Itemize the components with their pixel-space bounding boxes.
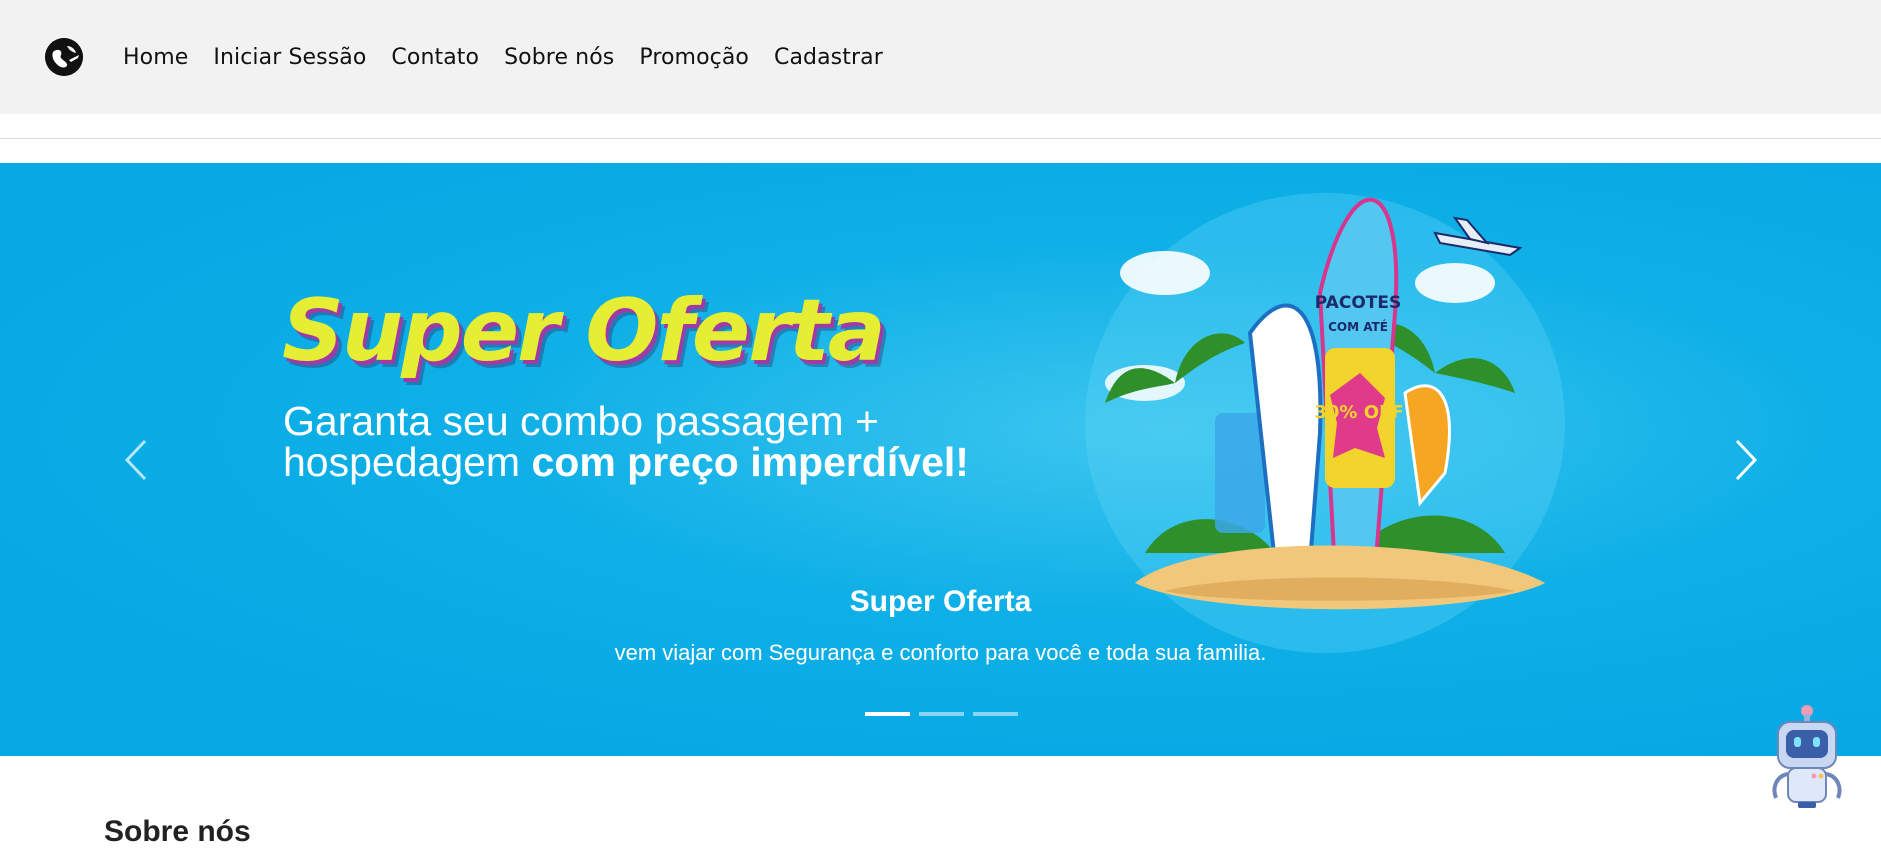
header-divider xyxy=(0,138,1881,139)
main-nav: Home Iniciar Sessão Contato Sobre nós Pr… xyxy=(123,45,883,70)
nav-register[interactable]: Cadastrar xyxy=(774,45,883,70)
banner-subtitle-line2: hospedagem xyxy=(283,439,532,485)
carousel-indicator-3[interactable] xyxy=(973,712,1018,716)
carousel-indicator-2[interactable] xyxy=(919,712,964,716)
nav-login[interactable]: Iniciar Sessão xyxy=(213,45,366,70)
globe-plane-logo-icon[interactable] xyxy=(45,38,83,76)
board-text-1: PACOTES xyxy=(1315,293,1401,313)
banner-subtitle-line1: Garanta seu combo passagem + xyxy=(283,398,879,444)
carousel-caption-title: Super Oferta xyxy=(849,585,1032,618)
carousel-prev-button[interactable] xyxy=(106,425,166,495)
promo-carousel: Super Oferta Garanta seu combo passagem … xyxy=(0,163,1881,756)
nav-promotion[interactable]: Promoção xyxy=(639,45,749,70)
nav-home[interactable]: Home xyxy=(123,45,188,70)
top-navbar: Home Iniciar Sessão Contato Sobre nós Pr… xyxy=(0,0,1881,114)
carousel-indicators xyxy=(865,712,1018,716)
board-text-2: COM ATÉ xyxy=(1328,319,1388,334)
banner-title: Super Oferta xyxy=(282,281,886,381)
carousel-next-button[interactable] xyxy=(1716,425,1776,495)
banner-subtitle: Garanta seu combo passagem + hospedagem … xyxy=(283,401,983,483)
nav-about[interactable]: Sobre nós xyxy=(504,45,614,70)
nav-contact[interactable]: Contato xyxy=(391,45,479,70)
chevron-right-icon xyxy=(1735,439,1758,481)
carousel-indicator-1[interactable] xyxy=(865,712,910,716)
banner-subtitle-highlight: com preço imperdível! xyxy=(531,439,969,485)
board-discount: 30% OFF xyxy=(1314,402,1403,423)
section-heading-about: Sobre nós xyxy=(104,814,251,848)
carousel-caption-text: vem viajar com Segurança e conforto para… xyxy=(614,640,1267,665)
chevron-left-icon xyxy=(124,439,147,481)
robot-chatbot-icon[interactable] xyxy=(1768,702,1846,810)
